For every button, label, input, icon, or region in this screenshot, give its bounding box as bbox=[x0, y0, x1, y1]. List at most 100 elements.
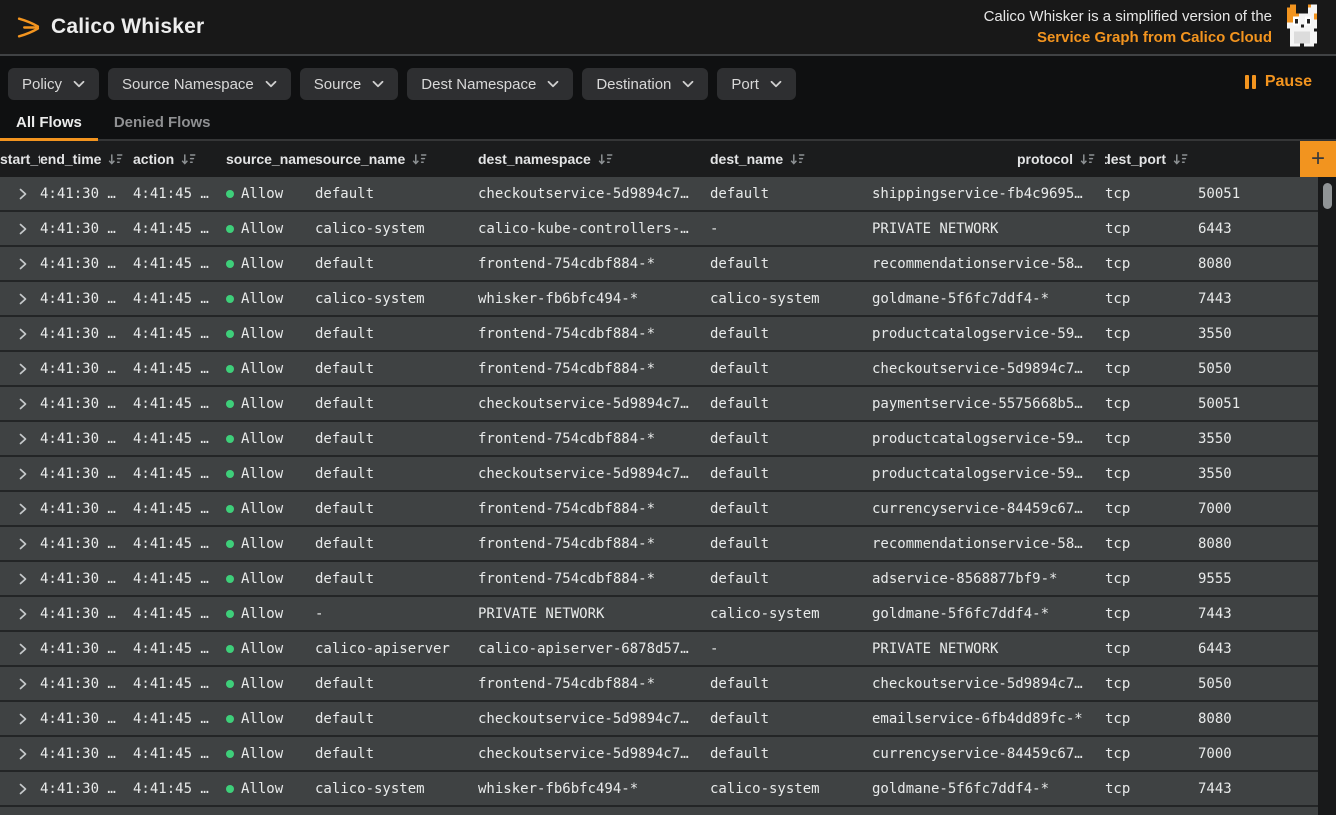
table-row[interactable]: 4:41:30 … 4:41:45 … Allow default checko… bbox=[0, 177, 1318, 212]
allow-status-dot bbox=[226, 575, 234, 583]
table-row[interactable]: 4:41:30 … 4:41:45 … Allow default checko… bbox=[0, 387, 1318, 422]
column-header-start-time[interactable]: start_time bbox=[0, 151, 40, 167]
chevron-right-icon bbox=[19, 293, 27, 305]
cell-protocol: tcp bbox=[1105, 536, 1198, 552]
cell-dest-name: PRIVATE NETWORK bbox=[872, 221, 1105, 237]
cell-protocol: tcp bbox=[1105, 781, 1198, 797]
cell-source-namespace: default bbox=[315, 396, 478, 412]
chevron-down-icon bbox=[372, 80, 384, 88]
tab-all-flows[interactable]: All Flows bbox=[0, 106, 98, 139]
table-row[interactable]: 4:41:30 … 4:41:45 … Allow default checko… bbox=[0, 457, 1318, 492]
column-header-action[interactable]: action bbox=[133, 151, 226, 167]
cell-source-name: checkoutservice-5d9894c7… bbox=[478, 186, 710, 202]
row-expander[interactable] bbox=[0, 398, 40, 410]
column-header-protocol[interactable]: protocol bbox=[872, 151, 1105, 167]
cell-dest-port: 50051 bbox=[1198, 396, 1318, 412]
row-expander[interactable] bbox=[0, 643, 40, 655]
tagline-text: Calico Whisker is a simplified version o… bbox=[984, 6, 1272, 27]
row-expander[interactable] bbox=[0, 608, 40, 620]
filter-chip-policy[interactable]: Policy bbox=[8, 68, 99, 100]
sort-icon[interactable] bbox=[412, 153, 427, 166]
scrollbar-thumb[interactable] bbox=[1323, 183, 1332, 209]
table-row[interactable]: 4:41:30 … 4:41:45 … Allow calico-apiserv… bbox=[0, 632, 1318, 667]
row-expander[interactable] bbox=[0, 188, 40, 200]
filter-chip-port[interactable]: Port bbox=[717, 68, 796, 100]
add-column-button[interactable]: + bbox=[1300, 141, 1336, 177]
pause-button[interactable]: Pause bbox=[1245, 73, 1312, 91]
cell-dest-namespace: default bbox=[710, 396, 872, 412]
cell-start-time: 4:41:30 … bbox=[40, 466, 133, 482]
service-graph-link[interactable]: Service Graph from Calico Cloud bbox=[984, 27, 1272, 48]
row-expander[interactable] bbox=[0, 503, 40, 515]
cell-source-name: frontend-754cdbf884-* bbox=[478, 501, 710, 517]
cell-dest-namespace: default bbox=[710, 746, 872, 762]
action-label: Allow bbox=[241, 396, 283, 412]
allow-status-dot bbox=[226, 260, 234, 268]
sort-icon[interactable] bbox=[790, 153, 805, 166]
filter-chip-source-namespace[interactable]: Source Namespace bbox=[108, 68, 291, 100]
column-header-end-time[interactable]: end_time bbox=[40, 151, 133, 167]
cell-source-namespace: default bbox=[315, 361, 478, 377]
column-header-source-namespace[interactable]: source_namespace bbox=[226, 151, 315, 167]
cell-end-time: 4:41:45 … bbox=[133, 571, 226, 587]
row-expander[interactable] bbox=[0, 573, 40, 585]
filter-chip-source[interactable]: Source bbox=[300, 68, 399, 100]
table-row[interactable]: 4:41:30 … 4:41:45 … Allow default fronte… bbox=[0, 422, 1318, 457]
row-expander[interactable] bbox=[0, 538, 40, 550]
tab-denied-flows[interactable]: Denied Flows bbox=[98, 106, 227, 139]
row-expander[interactable] bbox=[0, 748, 40, 760]
table-row[interactable]: 4:41:30 … 4:41:45 … Allow - PRIVATE NETW… bbox=[0, 597, 1318, 632]
cell-source-name: checkoutservice-5d9894c7… bbox=[478, 746, 710, 762]
row-expander[interactable] bbox=[0, 223, 40, 235]
column-header-dest-namespace[interactable]: dest_namespace bbox=[478, 151, 710, 167]
filter-chip-destination[interactable]: Destination bbox=[582, 68, 708, 100]
table-row[interactable]: 4:41:30 … 4:41:45 … Allow default fronte… bbox=[0, 352, 1318, 387]
sort-icon[interactable] bbox=[1173, 153, 1188, 166]
table-row[interactable]: 4:41:30 … 4:41:45 … Allow calico-system … bbox=[0, 282, 1318, 317]
cell-dest-namespace: default bbox=[710, 676, 872, 692]
cell-end-time: 4:41:45 … bbox=[133, 361, 226, 377]
sort-icon[interactable] bbox=[181, 153, 196, 166]
table-row[interactable]: 4:41:30 … 4:41:45 … Allow default fronte… bbox=[0, 492, 1318, 527]
column-header-dest-name[interactable]: dest_name bbox=[710, 151, 872, 167]
column-header-label: start_time bbox=[0, 151, 40, 167]
row-expander[interactable] bbox=[0, 713, 40, 725]
cell-start-time: 4:41:30 … bbox=[40, 571, 133, 587]
cell-dest-namespace: calico-system bbox=[710, 781, 872, 797]
sort-icon[interactable] bbox=[1080, 153, 1095, 166]
table-row[interactable]: 4:41:30 … 4:41:45 … Allow default checko… bbox=[0, 737, 1318, 772]
filter-toolbar: Policy Source Namespace Source Dest Name… bbox=[0, 56, 1336, 106]
row-expander[interactable] bbox=[0, 468, 40, 480]
row-expander[interactable] bbox=[0, 258, 40, 270]
cell-source-name: frontend-754cdbf884-* bbox=[478, 571, 710, 587]
table-row[interactable]: 4:41:30 … 4:41:45 … Allow default fronte… bbox=[0, 247, 1318, 282]
sort-icon[interactable] bbox=[108, 153, 123, 166]
row-expander[interactable] bbox=[0, 783, 40, 795]
row-expander[interactable] bbox=[0, 678, 40, 690]
row-expander[interactable] bbox=[0, 433, 40, 445]
cell-dest-name: emailservice-6fb4dd89fc-* bbox=[872, 711, 1105, 727]
row-expander[interactable] bbox=[0, 328, 40, 340]
app-title: Calico Whisker bbox=[51, 15, 204, 39]
sort-icon[interactable] bbox=[598, 153, 613, 166]
row-expander[interactable] bbox=[0, 363, 40, 375]
cell-dest-port: 8080 bbox=[1198, 256, 1318, 272]
table-row[interactable]: 4:41:30 … 4:41:45 … Allow default fronte… bbox=[0, 527, 1318, 562]
table-row[interactable]: 4:41:30 … 4:41:45 … Allow calico-system … bbox=[0, 212, 1318, 247]
table-row[interactable]: 4:41:30 … 4:41:45 … Allow default fronte… bbox=[0, 562, 1318, 597]
column-header-dest-port[interactable]: dest_port bbox=[1105, 151, 1198, 167]
row-expander[interactable] bbox=[0, 293, 40, 305]
table-row[interactable]: 4:41:30 … 4:41:45 … Allow default fronte… bbox=[0, 317, 1318, 352]
column-header-source-name[interactable]: source_name bbox=[315, 151, 478, 167]
table-row[interactable]: 4:41:30 … 4:41:45 … Allow default checko… bbox=[0, 702, 1318, 737]
table-row[interactable]: 4:41:30 … 4:41:45 … Allow calico-system … bbox=[0, 772, 1318, 807]
cell-source-namespace: default bbox=[315, 466, 478, 482]
table-row[interactable]: 4:41:30 … 4:41:45 … Allow default fronte… bbox=[0, 667, 1318, 702]
scrollbar-track[interactable] bbox=[1318, 177, 1336, 815]
cell-action: Allow bbox=[226, 221, 315, 237]
cell-start-time: 4:41:30 … bbox=[40, 361, 133, 377]
column-header-label: protocol bbox=[1017, 151, 1073, 167]
filter-chip-dest-namespace[interactable]: Dest Namespace bbox=[407, 68, 573, 100]
cell-start-time: 4:41:30 … bbox=[40, 676, 133, 692]
cell-end-time: 4:41:45 … bbox=[133, 781, 226, 797]
